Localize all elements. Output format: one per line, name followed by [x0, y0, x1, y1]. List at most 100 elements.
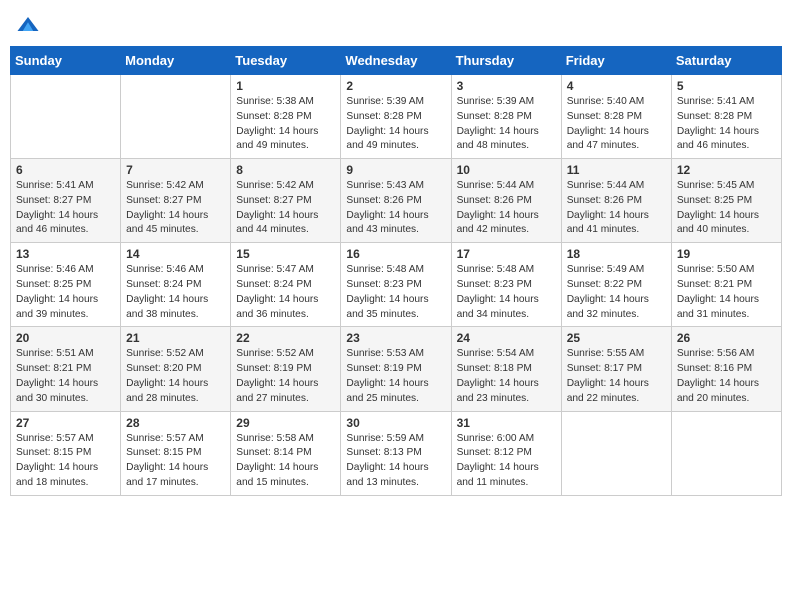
sunset-text: Sunset: 8:26 PM	[457, 195, 532, 206]
sunrise-text: Sunrise: 5:46 AM	[126, 264, 204, 275]
calendar-cell: 30 Sunrise: 5:59 AM Sunset: 8:13 PM Dayl…	[341, 411, 451, 495]
day-number: 27	[16, 416, 115, 430]
cell-info: Sunrise: 5:47 AM Sunset: 8:24 PM Dayligh…	[236, 263, 335, 322]
day-number: 25	[567, 331, 666, 345]
cell-info: Sunrise: 5:52 AM Sunset: 8:19 PM Dayligh…	[236, 347, 335, 406]
calendar-cell: 6 Sunrise: 5:41 AM Sunset: 8:27 PM Dayli…	[11, 159, 121, 243]
cell-info: Sunrise: 5:38 AM Sunset: 8:28 PM Dayligh…	[236, 95, 335, 154]
calendar-cell: 24 Sunrise: 5:54 AM Sunset: 8:18 PM Dayl…	[451, 327, 561, 411]
day-number: 7	[126, 163, 225, 177]
calendar-cell: 18 Sunrise: 5:49 AM Sunset: 8:22 PM Dayl…	[561, 243, 671, 327]
cell-info: Sunrise: 5:42 AM Sunset: 8:27 PM Dayligh…	[126, 179, 225, 238]
day-number: 13	[16, 247, 115, 261]
calendar-cell: 11 Sunrise: 5:44 AM Sunset: 8:26 PM Dayl…	[561, 159, 671, 243]
cell-info: Sunrise: 5:45 AM Sunset: 8:25 PM Dayligh…	[677, 179, 776, 238]
cell-info: Sunrise: 5:48 AM Sunset: 8:23 PM Dayligh…	[457, 263, 556, 322]
day-number: 24	[457, 331, 556, 345]
calendar-cell: 22 Sunrise: 5:52 AM Sunset: 8:19 PM Dayl…	[231, 327, 341, 411]
sunset-text: Sunset: 8:16 PM	[677, 363, 752, 374]
week-row-4: 20 Sunrise: 5:51 AM Sunset: 8:21 PM Dayl…	[11, 327, 782, 411]
cell-info: Sunrise: 5:44 AM Sunset: 8:26 PM Dayligh…	[457, 179, 556, 238]
week-row-5: 27 Sunrise: 5:57 AM Sunset: 8:15 PM Dayl…	[11, 411, 782, 495]
cell-info: Sunrise: 5:40 AM Sunset: 8:28 PM Dayligh…	[567, 95, 666, 154]
cell-info: Sunrise: 5:56 AM Sunset: 8:16 PM Dayligh…	[677, 347, 776, 406]
daylight-text: Daylight: 14 hours and 49 minutes.	[346, 126, 428, 152]
daylight-text: Daylight: 14 hours and 22 minutes.	[567, 378, 649, 404]
daylight-text: Daylight: 14 hours and 25 minutes.	[346, 378, 428, 404]
calendar-cell: 28 Sunrise: 5:57 AM Sunset: 8:15 PM Dayl…	[121, 411, 231, 495]
sunrise-text: Sunrise: 5:43 AM	[346, 180, 424, 191]
cell-info: Sunrise: 5:46 AM Sunset: 8:25 PM Dayligh…	[16, 263, 115, 322]
week-row-2: 6 Sunrise: 5:41 AM Sunset: 8:27 PM Dayli…	[11, 159, 782, 243]
cell-info: Sunrise: 5:59 AM Sunset: 8:13 PM Dayligh…	[346, 432, 445, 491]
daylight-text: Daylight: 14 hours and 31 minutes.	[677, 294, 759, 320]
calendar-cell: 10 Sunrise: 5:44 AM Sunset: 8:26 PM Dayl…	[451, 159, 561, 243]
sunrise-text: Sunrise: 5:49 AM	[567, 264, 645, 275]
sunset-text: Sunset: 8:28 PM	[236, 111, 311, 122]
daylight-text: Daylight: 14 hours and 32 minutes.	[567, 294, 649, 320]
day-number: 23	[346, 331, 445, 345]
page-header	[10, 10, 782, 38]
day-number: 12	[677, 163, 776, 177]
calendar-cell: 13 Sunrise: 5:46 AM Sunset: 8:25 PM Dayl…	[11, 243, 121, 327]
cell-info: Sunrise: 5:55 AM Sunset: 8:17 PM Dayligh…	[567, 347, 666, 406]
cell-info: Sunrise: 5:44 AM Sunset: 8:26 PM Dayligh…	[567, 179, 666, 238]
day-number: 15	[236, 247, 335, 261]
sunrise-text: Sunrise: 5:44 AM	[567, 180, 645, 191]
sunrise-text: Sunrise: 5:47 AM	[236, 264, 314, 275]
daylight-text: Daylight: 14 hours and 39 minutes.	[16, 294, 98, 320]
day-number: 6	[16, 163, 115, 177]
day-number: 10	[457, 163, 556, 177]
calendar-cell: 31 Sunrise: 6:00 AM Sunset: 8:12 PM Dayl…	[451, 411, 561, 495]
cell-info: Sunrise: 5:49 AM Sunset: 8:22 PM Dayligh…	[567, 263, 666, 322]
calendar-cell: 26 Sunrise: 5:56 AM Sunset: 8:16 PM Dayl…	[671, 327, 781, 411]
sunset-text: Sunset: 8:28 PM	[457, 111, 532, 122]
calendar-cell: 16 Sunrise: 5:48 AM Sunset: 8:23 PM Dayl…	[341, 243, 451, 327]
cell-info: Sunrise: 5:39 AM Sunset: 8:28 PM Dayligh…	[346, 95, 445, 154]
daylight-text: Daylight: 14 hours and 38 minutes.	[126, 294, 208, 320]
sunset-text: Sunset: 8:21 PM	[677, 279, 752, 290]
cell-info: Sunrise: 5:57 AM Sunset: 8:15 PM Dayligh…	[126, 432, 225, 491]
sunset-text: Sunset: 8:24 PM	[126, 279, 201, 290]
sunrise-text: Sunrise: 5:48 AM	[346, 264, 424, 275]
daylight-text: Daylight: 14 hours and 23 minutes.	[457, 378, 539, 404]
sunset-text: Sunset: 8:14 PM	[236, 447, 311, 458]
daylight-text: Daylight: 14 hours and 42 minutes.	[457, 210, 539, 236]
sunrise-text: Sunrise: 5:54 AM	[457, 348, 535, 359]
calendar-cell: 23 Sunrise: 5:53 AM Sunset: 8:19 PM Dayl…	[341, 327, 451, 411]
sunrise-text: Sunrise: 5:39 AM	[457, 96, 535, 107]
cell-info: Sunrise: 5:53 AM Sunset: 8:19 PM Dayligh…	[346, 347, 445, 406]
cell-info: Sunrise: 5:58 AM Sunset: 8:14 PM Dayligh…	[236, 432, 335, 491]
sunrise-text: Sunrise: 5:57 AM	[126, 433, 204, 444]
sunrise-text: Sunrise: 5:41 AM	[16, 180, 94, 191]
day-number: 14	[126, 247, 225, 261]
cell-info: Sunrise: 5:57 AM Sunset: 8:15 PM Dayligh…	[16, 432, 115, 491]
day-number: 9	[346, 163, 445, 177]
calendar-cell: 4 Sunrise: 5:40 AM Sunset: 8:28 PM Dayli…	[561, 75, 671, 159]
sunrise-text: Sunrise: 5:58 AM	[236, 433, 314, 444]
daylight-text: Daylight: 14 hours and 18 minutes.	[16, 462, 98, 488]
day-number: 16	[346, 247, 445, 261]
calendar-cell: 1 Sunrise: 5:38 AM Sunset: 8:28 PM Dayli…	[231, 75, 341, 159]
sunset-text: Sunset: 8:17 PM	[567, 363, 642, 374]
cell-info: Sunrise: 5:51 AM Sunset: 8:21 PM Dayligh…	[16, 347, 115, 406]
sunset-text: Sunset: 8:26 PM	[346, 195, 421, 206]
sunrise-text: Sunrise: 5:56 AM	[677, 348, 755, 359]
sunset-text: Sunset: 8:25 PM	[677, 195, 752, 206]
sunrise-text: Sunrise: 5:48 AM	[457, 264, 535, 275]
sunset-text: Sunset: 8:22 PM	[567, 279, 642, 290]
daylight-text: Daylight: 14 hours and 20 minutes.	[677, 378, 759, 404]
daylight-text: Daylight: 14 hours and 48 minutes.	[457, 126, 539, 152]
cell-info: Sunrise: 5:39 AM Sunset: 8:28 PM Dayligh…	[457, 95, 556, 154]
sunrise-text: Sunrise: 5:59 AM	[346, 433, 424, 444]
daylight-text: Daylight: 14 hours and 41 minutes.	[567, 210, 649, 236]
weekday-header-sunday: Sunday	[11, 47, 121, 75]
sunrise-text: Sunrise: 5:55 AM	[567, 348, 645, 359]
daylight-text: Daylight: 14 hours and 11 minutes.	[457, 462, 539, 488]
sunset-text: Sunset: 8:15 PM	[16, 447, 91, 458]
calendar-cell: 3 Sunrise: 5:39 AM Sunset: 8:28 PM Dayli…	[451, 75, 561, 159]
sunset-text: Sunset: 8:19 PM	[236, 363, 311, 374]
day-number: 18	[567, 247, 666, 261]
sunset-text: Sunset: 8:23 PM	[346, 279, 421, 290]
calendar-cell	[561, 411, 671, 495]
